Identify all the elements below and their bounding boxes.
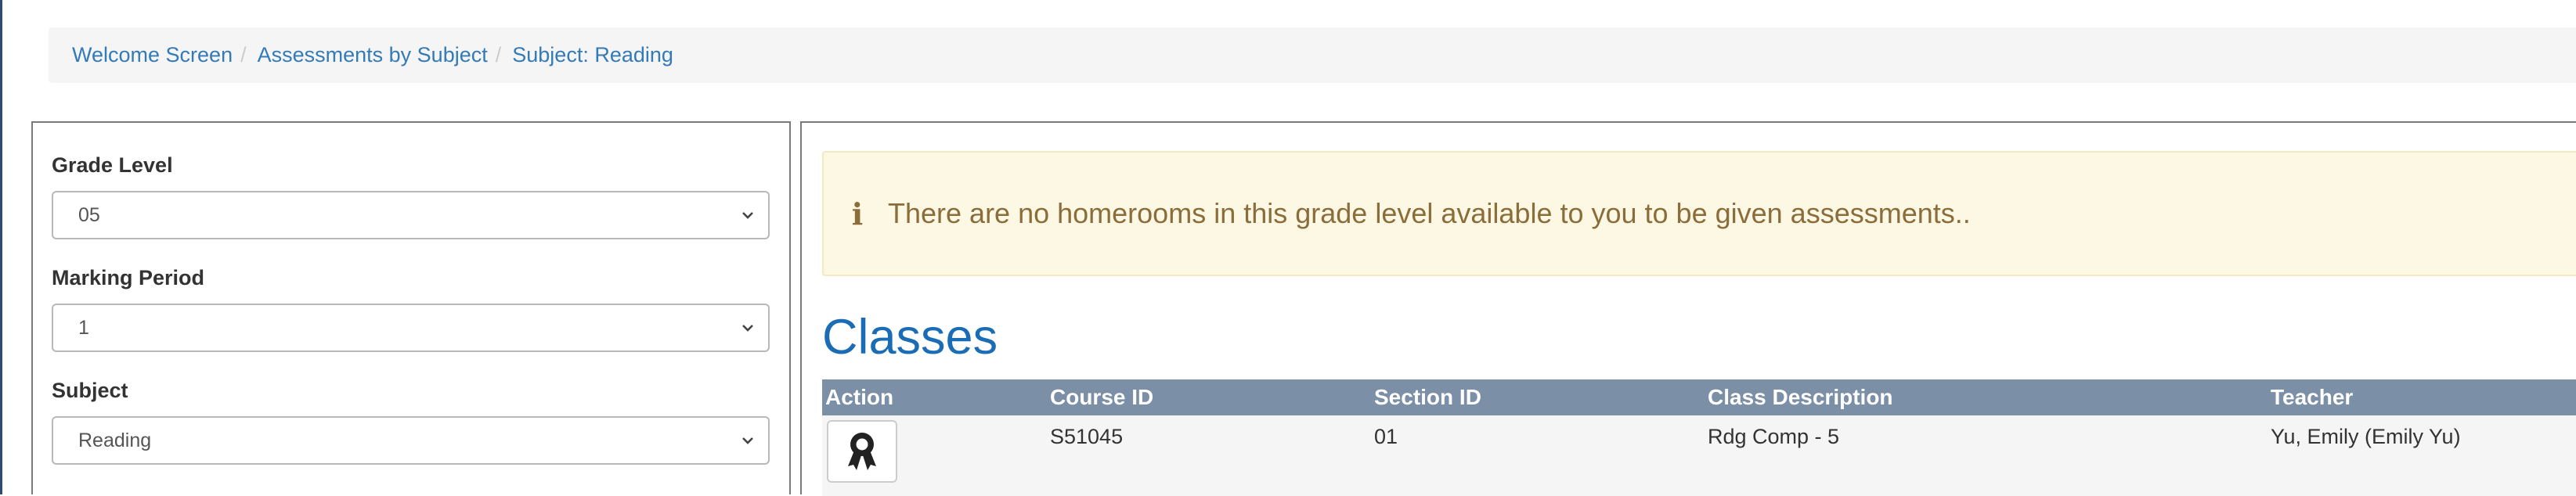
award-ribbon-icon [848, 433, 876, 470]
subject-label: Subject [52, 379, 128, 402]
subject-value: Reading [78, 429, 152, 451]
left-edge-rule [0, 0, 2, 494]
table-row: S51045 01 Rdg Comp - 5 Yu, Emily (Emily … [822, 415, 2576, 496]
table-header: Action Course ID Section ID Class Descri… [822, 379, 2576, 415]
breadcrumb: Welcome Screen / Assessments by Subject … [49, 27, 2576, 83]
chevron-down-icon [742, 437, 753, 444]
grade-level-value: 05 [78, 203, 100, 226]
column-header-course-id: Course ID [1050, 385, 1154, 409]
assess-class-button[interactable] [827, 420, 897, 483]
breadcrumb-welcome-screen[interactable]: Welcome Screen [72, 43, 233, 67]
column-header-section-id: Section ID [1374, 385, 1481, 409]
info-icon: i [851, 196, 864, 232]
grade-level-label: Grade Level [52, 153, 173, 177]
column-header-teacher: Teacher [2271, 385, 2354, 409]
cell-course-id: S51045 [1050, 425, 1124, 448]
marking-period-value: 1 [78, 316, 89, 339]
column-header-class-description: Class Description [1708, 385, 1893, 409]
classes-table: Action Course ID Section ID Class Descri… [822, 379, 2576, 496]
cell-section-id: 01 [1374, 425, 1398, 448]
chevron-down-icon [742, 212, 753, 219]
no-homerooms-alert: i There are no homerooms in this grade l… [822, 151, 2576, 276]
content-panel: i There are no homerooms in this grade l… [800, 121, 2576, 496]
marking-period-select[interactable]: 1 [52, 304, 770, 352]
subject-select[interactable]: Reading [52, 416, 770, 465]
column-header-action: Action [825, 385, 894, 409]
classes-title: Classes [822, 310, 998, 365]
filter-panel: Grade Level 05 Marking Period 1 Subject … [31, 121, 791, 494]
alert-message: There are no homerooms in this grade lev… [888, 197, 1971, 229]
breadcrumb-separator: / [495, 43, 502, 66]
breadcrumb-subject-reading[interactable]: Subject: Reading [512, 43, 673, 67]
cell-class-description: Rdg Comp - 5 [1708, 425, 1840, 448]
marking-period-label: Marking Period [52, 266, 205, 289]
grade-level-select[interactable]: 05 [52, 191, 770, 239]
breadcrumb-assessments-by-subject[interactable]: Assessments by Subject [258, 43, 488, 67]
breadcrumb-separator: / [240, 43, 247, 66]
chevron-down-icon [742, 325, 753, 332]
cell-teacher: Yu, Emily (Emily Yu) [2271, 425, 2461, 448]
